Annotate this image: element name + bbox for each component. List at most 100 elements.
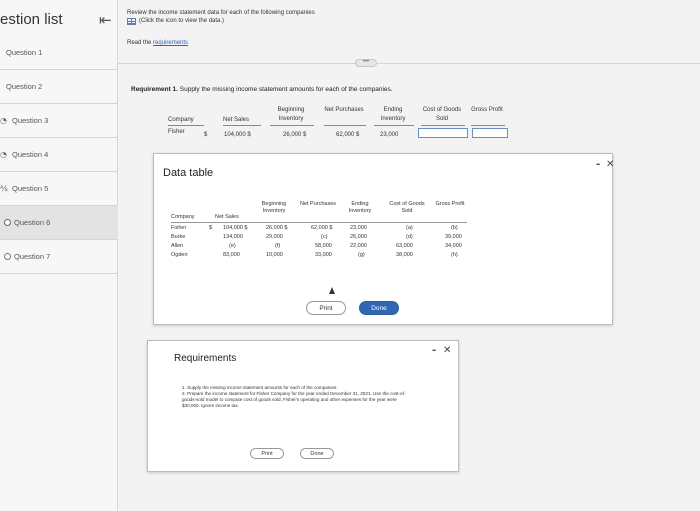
dt-cell-end-inv: 26,000	[350, 234, 367, 240]
question-item-6[interactable]: Question 6	[0, 206, 118, 240]
dt-cell-company: Burke	[171, 234, 186, 240]
question-main-panel: Review the income statement data for eac…	[118, 0, 700, 511]
dt-header-net-purchases: Net Purchases	[299, 201, 337, 207]
dt-cell-cogs: (a)	[406, 225, 413, 231]
dt-header-beginning-inventory: Beginning Inventory	[261, 201, 287, 214]
net-purchases-value: 62,000 $	[336, 132, 360, 138]
intro-click-hint: (Click the icon to view the data.)	[139, 18, 225, 24]
read-prefix: Read the	[127, 40, 154, 46]
dt-cell-net-purch: 58,000	[315, 243, 332, 249]
print-button[interactable]: Print	[250, 448, 284, 459]
requirements-link[interactable]: requirements	[153, 40, 188, 46]
dialog-title: Requirements	[174, 353, 237, 364]
double-chevron-left-icon[interactable]: ⇤	[99, 11, 112, 29]
half-check-icon: ⅍	[0, 184, 8, 193]
currency-sign: $	[204, 132, 208, 138]
dt-cell-end-inv: (g)	[358, 252, 365, 258]
question-label: Question 6	[14, 218, 51, 227]
col-header-net-sales: Net Sales	[223, 117, 250, 123]
dt-header-company: Company	[171, 214, 195, 220]
dt-cell-net-sales: 83,000	[223, 252, 240, 258]
dialog-title: Data table	[163, 167, 214, 179]
dt-cell-net-purch: 33,000	[315, 252, 332, 258]
more-options-pill[interactable]: •••	[355, 59, 377, 67]
data-table-dialog: Data table - ✕ Company Net Sales Beginni…	[153, 153, 614, 325]
dt-cell-currency: $	[209, 225, 213, 231]
done-button[interactable]: Done	[300, 448, 334, 459]
question-list: Question 1 Question 2 ◔ Question 3 ◔ Que…	[0, 36, 118, 274]
question-label: Question 7	[14, 252, 51, 261]
col-header-beginning-inventory: Beginning Inventory	[277, 107, 305, 122]
dt-cell-net-sales: 104,000 $	[223, 225, 248, 231]
dt-cell-gross: (h)	[451, 252, 458, 258]
done-button[interactable]: Done	[359, 301, 399, 315]
intro-text: Review the income statement data for eac…	[127, 10, 315, 16]
question-label: Question 1	[6, 48, 43, 57]
question-item-4[interactable]: ◔ Question 4	[0, 138, 118, 172]
dt-cell-beg-inv: 29,000	[266, 234, 283, 240]
col-header-cogs: Cost of Goods Sold	[422, 107, 462, 122]
requirement-item: 2. Prepare the income statement for Fish…	[182, 391, 406, 408]
cogs-input[interactable]	[418, 128, 468, 138]
dt-cell-net-purch: (c)	[321, 234, 328, 240]
radio-icon	[4, 219, 11, 226]
requirement-1-label: Requirement 1.	[131, 86, 178, 93]
ending-inventory-value: 23,000	[380, 132, 399, 138]
question-label: Question 3	[12, 116, 49, 125]
col-header-gross-profit: Gross Profit	[471, 107, 503, 113]
dt-header-ending-inventory: Ending Inventory	[348, 201, 372, 214]
requirements-list: 1. Supply the missing income statement a…	[182, 385, 412, 409]
dt-cell-cogs: 38,000	[396, 252, 413, 258]
dt-cell-beg-inv: 26,000 $	[266, 225, 288, 231]
gross-profit-input[interactable]	[472, 128, 508, 138]
question-intro: Review the income statement data for eac…	[127, 9, 315, 25]
dt-cell-beg-inv: 10,000	[266, 252, 283, 258]
dt-cell-end-inv: 22,000	[350, 243, 367, 249]
requirement-1-text: Supply the missing income statement amou…	[177, 86, 393, 93]
read-requirements-line: Read the requirements	[127, 40, 188, 46]
dt-header-net-sales: Net Sales	[215, 214, 239, 220]
requirements-dialog: Requirements - ✕ 1. Supply the missing i…	[147, 340, 459, 472]
col-header-ending-inventory: Ending Inventory	[380, 107, 406, 122]
radio-icon	[4, 253, 11, 260]
col-header-company: Company	[168, 117, 194, 123]
question-label: Question 5	[12, 184, 49, 193]
question-list-sidebar: estion list ⇤ Question 1 Question 2 ◔ Qu…	[0, 0, 118, 511]
dt-cell-cogs: 63,000	[396, 243, 413, 249]
minimize-icon[interactable]: -	[596, 159, 600, 170]
dt-cell-company: Allen	[171, 243, 184, 249]
question-item-5[interactable]: ⅍ Question 5	[0, 172, 118, 206]
partial-circle-icon: ◔	[0, 116, 7, 125]
dt-cell-cogs: (d)	[406, 234, 413, 240]
dt-header-cogs: Cost of Goods Sold	[389, 201, 425, 214]
print-button[interactable]: Print	[306, 301, 346, 315]
dt-cell-company: Fisher	[171, 225, 187, 231]
dt-cell-net-purch: 62,000 $	[311, 225, 333, 231]
dt-cell-company: Ogden	[171, 252, 188, 258]
dt-cell-net-sales: (e)	[229, 243, 236, 249]
close-icon[interactable]: ✕	[443, 345, 451, 356]
dt-cell-net-sales: 134,000	[223, 234, 243, 240]
question-item-2[interactable]: Question 2	[0, 70, 118, 104]
data-table-icon[interactable]	[127, 17, 136, 25]
dt-cell-gross: 34,000	[445, 243, 462, 249]
mouse-cursor-icon	[329, 287, 335, 294]
dt-header-gross-profit: Gross Profit	[435, 201, 465, 207]
question-list-title: estion list	[0, 11, 63, 28]
dt-cell-gross: (b)	[451, 225, 458, 231]
question-label: Question 4	[12, 150, 49, 159]
section-divider	[118, 63, 700, 64]
net-sales-value: 104,000 $	[224, 132, 251, 138]
question-item-3[interactable]: ◔ Question 3	[0, 104, 118, 138]
close-icon[interactable]: ✕	[606, 159, 614, 170]
col-header-net-purchases: Net Purchases	[324, 107, 364, 113]
dt-cell-gross: 39,000	[445, 234, 462, 240]
dt-cell-end-inv: 23,000	[350, 225, 367, 231]
question-item-1[interactable]: Question 1	[0, 36, 118, 70]
question-item-7[interactable]: Question 7	[0, 240, 118, 274]
minimize-icon[interactable]: -	[432, 345, 436, 356]
beginning-inventory-value: 26,000 $	[283, 132, 307, 138]
dt-cell-beg-inv: (f)	[275, 243, 281, 249]
partial-circle-icon: ◔	[0, 150, 7, 159]
requirement-1-instruction: Requirement 1. Supply the missing income…	[131, 86, 393, 93]
